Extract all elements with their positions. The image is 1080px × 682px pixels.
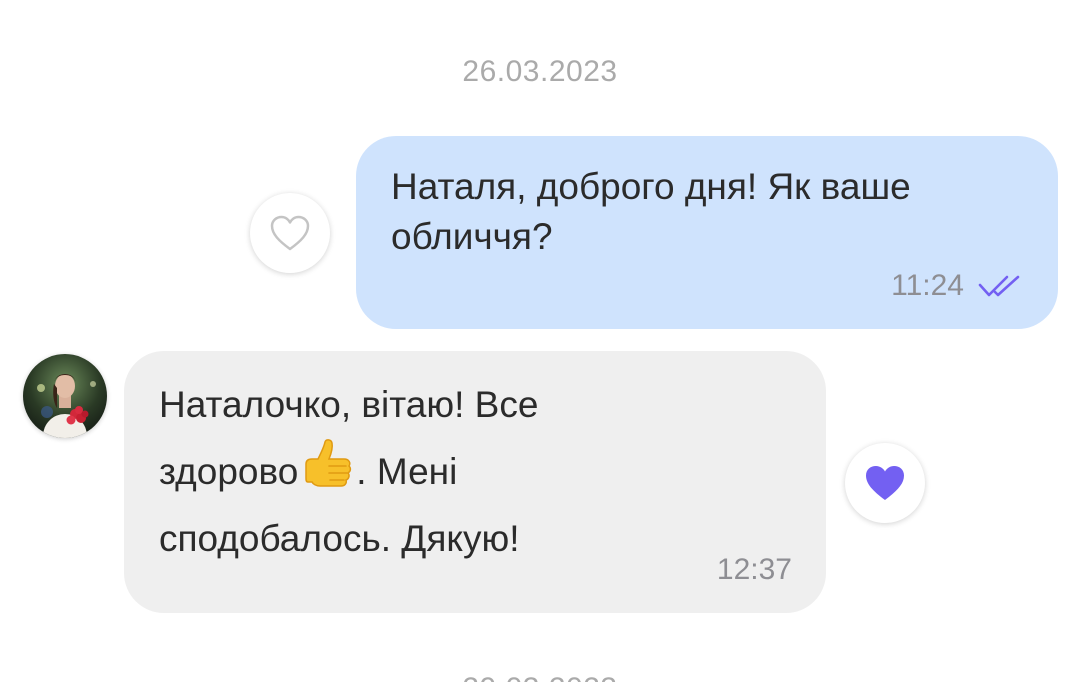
message-meta: 12:37	[717, 553, 792, 587]
date-separator: 29.03.2023	[0, 672, 1080, 682]
heart-filled-icon	[866, 466, 904, 500]
message-text: Наталочко, вітаю! Все здорово . Мені сподо…	[159, 371, 796, 572]
message-time: 12:37	[716, 553, 792, 586]
incoming-message[interactable]: Наталочко, вітаю! Все здорово . Мені сподо…	[124, 351, 826, 613]
message-line: сподобалось. Дякую!	[159, 518, 520, 559]
like-button[interactable]	[845, 443, 925, 523]
message-line: здорово	[159, 451, 299, 492]
chat-view: 26.03.2023 Наталя, доброго дня! Як ваше …	[0, 0, 1080, 682]
date-separator: 26.03.2023	[462, 55, 618, 88]
message-line: Наталочко, вітаю! Все	[159, 384, 539, 425]
outgoing-message[interactable]: Наталя, доброго дня! Як ваше обличчя? 11…	[356, 136, 1058, 329]
avatar-photo	[23, 354, 107, 438]
message-line: . Мені	[356, 451, 458, 492]
message-text: Наталя, доброго дня! Як ваше обличчя?	[391, 166, 911, 257]
message-time: 11:24	[891, 269, 964, 302]
heart-outline-icon	[270, 215, 310, 251]
avatar[interactable]	[23, 354, 107, 438]
like-button[interactable]	[250, 193, 330, 273]
thumbs-up-icon	[305, 439, 352, 487]
double-check-icon	[978, 275, 1020, 297]
message-meta: 11:24	[891, 269, 1024, 303]
